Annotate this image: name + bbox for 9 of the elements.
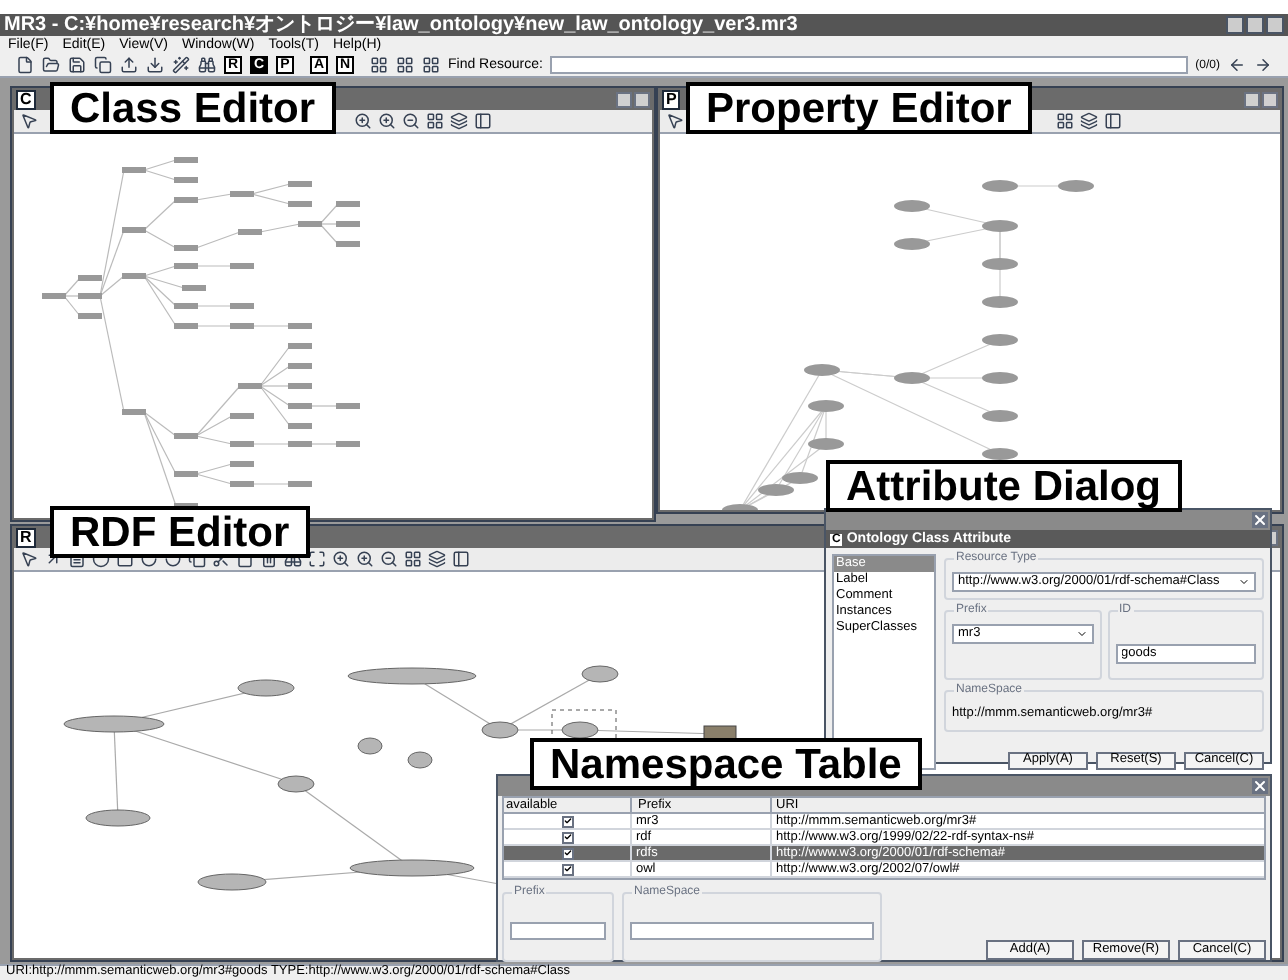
callout-label: Namespace Table [530, 738, 922, 790]
window-badge: C [16, 90, 36, 110]
callout-label: Property Editor [686, 82, 1032, 134]
window-title: MR3 - C:¥home¥research¥オントロジー¥law_ontology¥new_law_ontology_ver3.mr3 [4, 15, 798, 35]
window-badge: P [662, 90, 681, 110]
callout-label: RDF Editor [50, 506, 310, 558]
window-badge: R [16, 528, 36, 548]
callout-label: Attribute Dialog [826, 460, 1181, 512]
callout-label: Class Editor [50, 82, 336, 134]
